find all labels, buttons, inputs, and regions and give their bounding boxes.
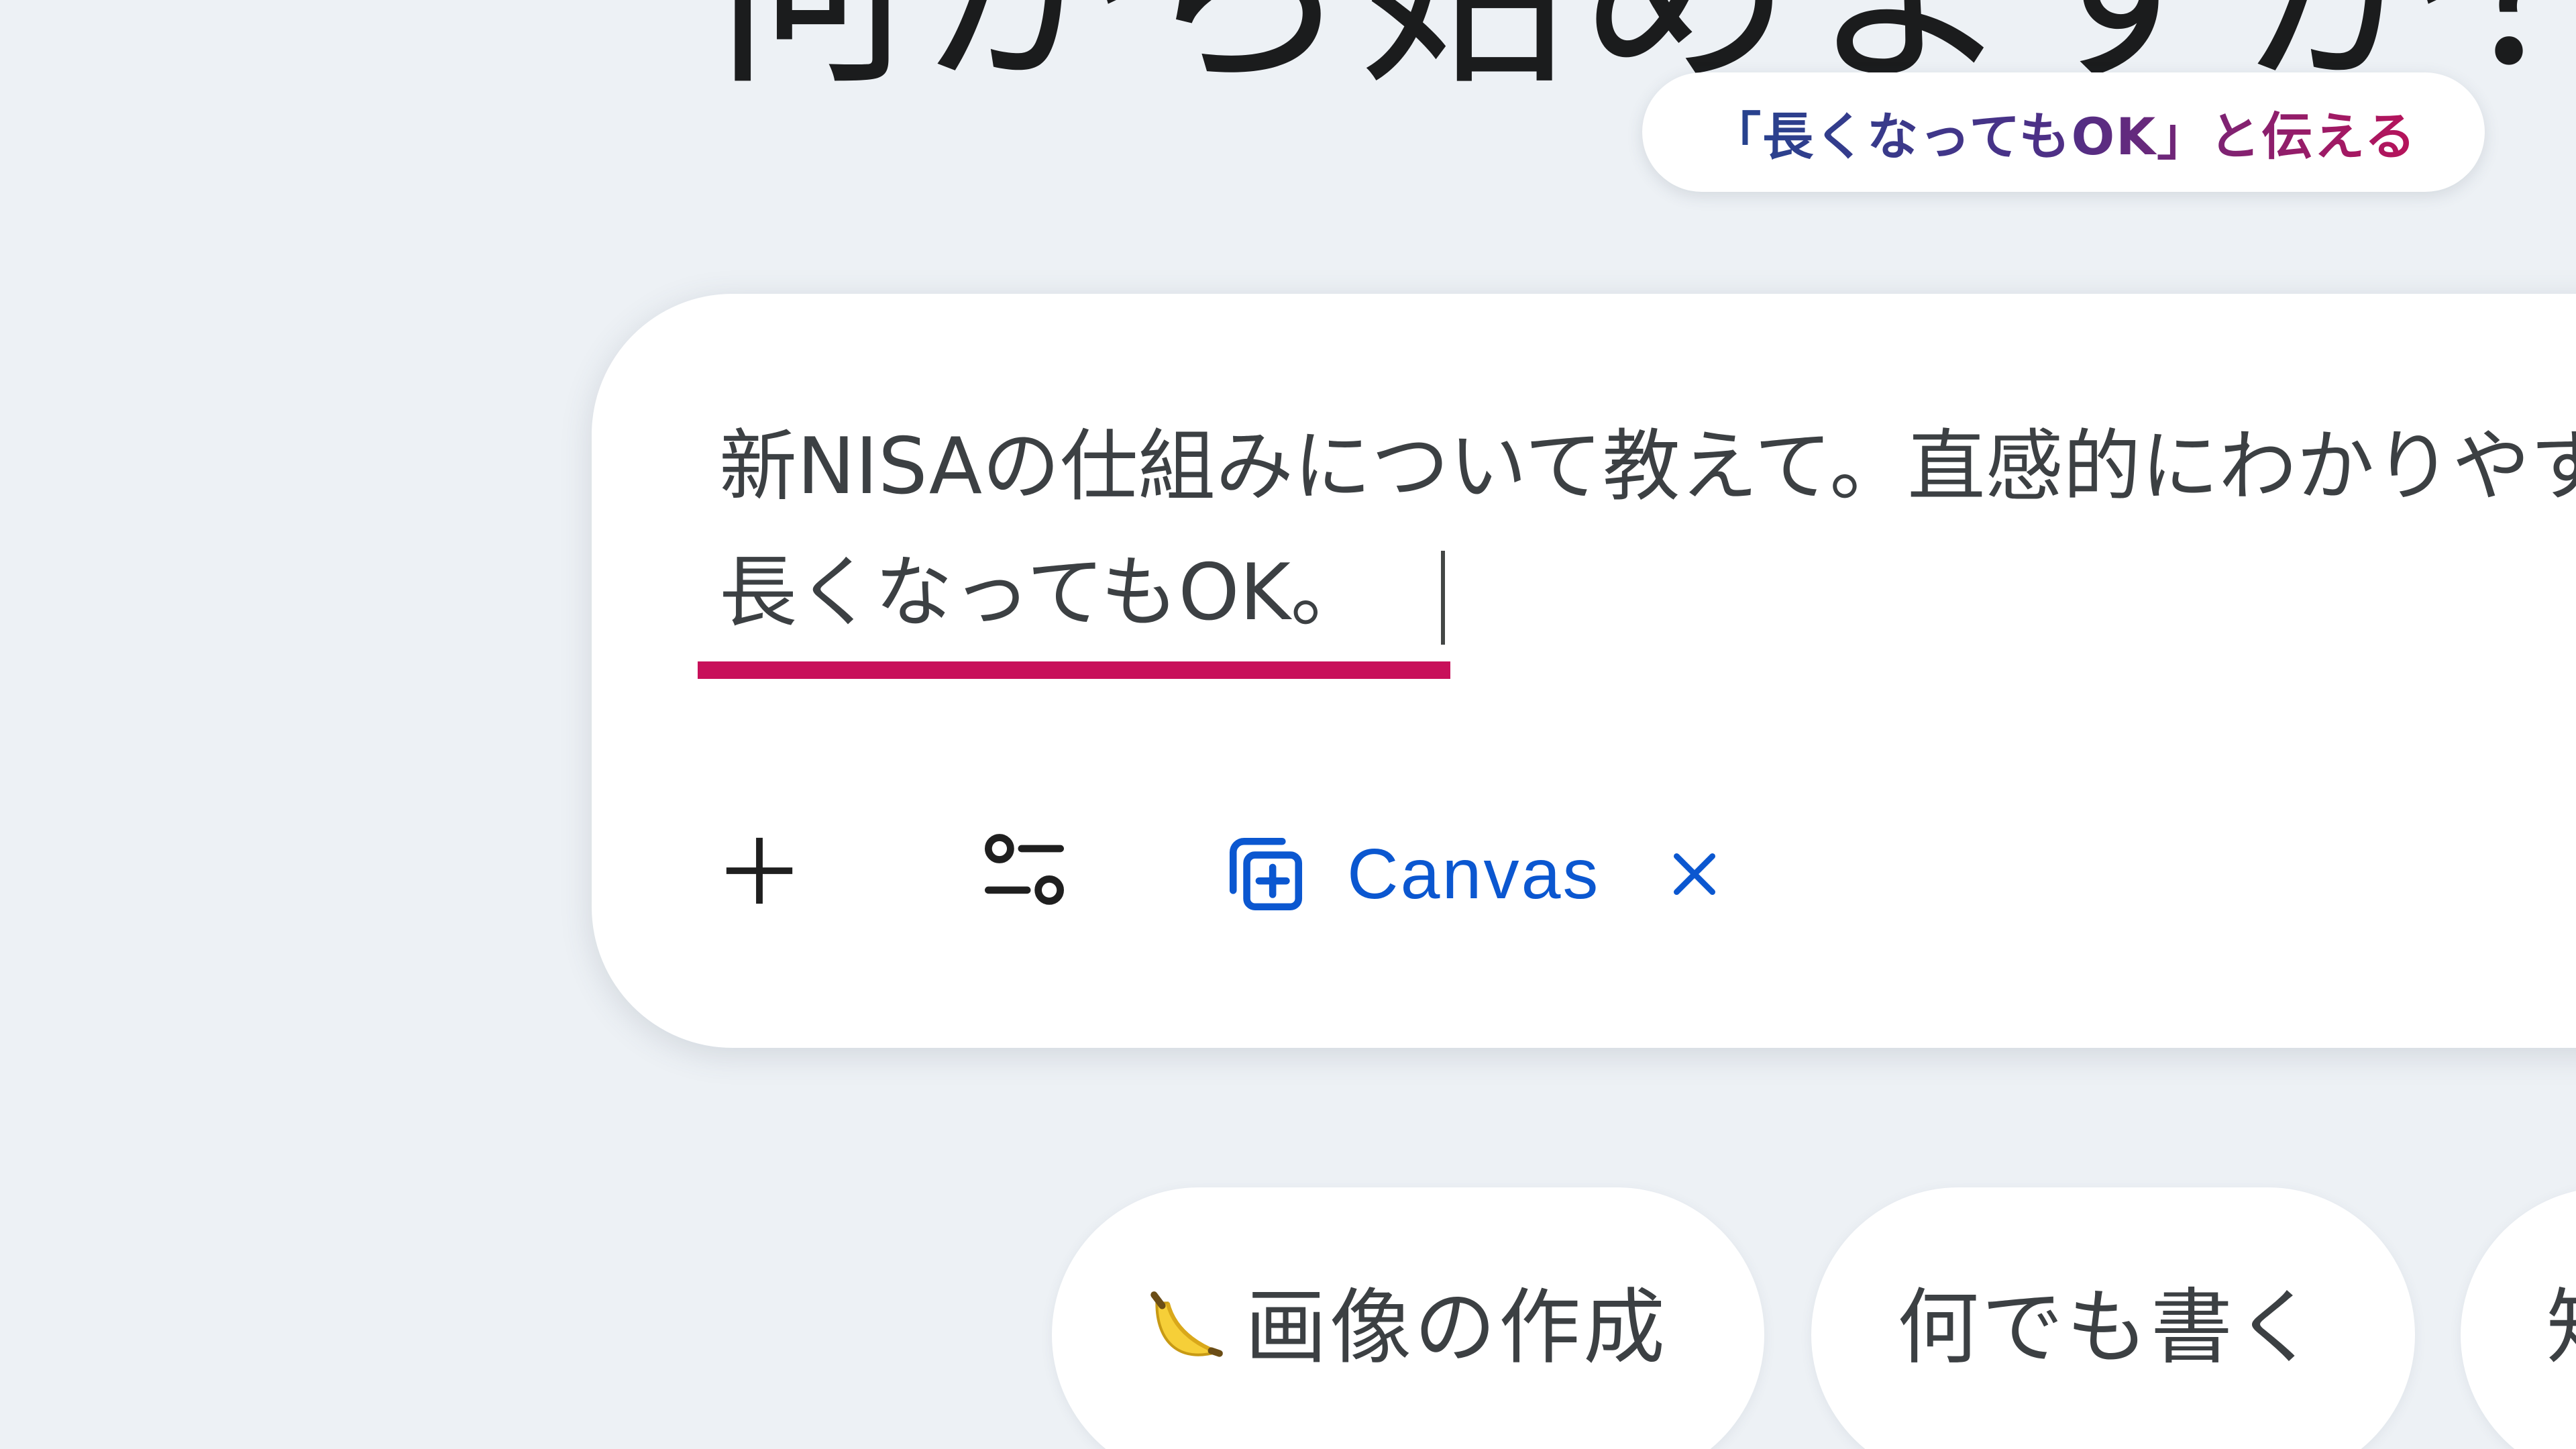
gemini-home-screen: 何から始めますか？ 「長くなってもOK」と伝える 新NISAの仕組みについて教え… — [0, 0, 2576, 1449]
close-icon — [1674, 853, 1716, 895]
banana-icon — [1150, 1291, 1223, 1357]
prompt-text-line-2[interactable]: 長くなってもOK。 — [719, 554, 1368, 632]
prompt-input-box[interactable]: 新NISAの仕組みについて教えて。直感的にわかりやすく、 長くなってもOK。 C… — [592, 294, 2576, 1048]
suggestion-label: 画像の作成 — [1245, 1280, 1668, 1375]
suggestion-chip-partial[interactable]: 知 — [2461, 1187, 2576, 1449]
tools-button[interactable] — [974, 824, 1075, 918]
suggestion-label: 知 — [2546, 1287, 2576, 1368]
prompt-text-line-1[interactable]: 新NISAの仕組みについて教えて。直感的にわかりやすく、 — [719, 428, 2576, 506]
canvas-tool-chip[interactable]: Canvas — [1222, 830, 1725, 918]
highlight-underline — [698, 661, 1450, 679]
text-cursor — [1441, 551, 1445, 645]
plus-icon — [726, 837, 793, 904]
annotation-callout: 「長くなってもOK」と伝える — [1642, 72, 2485, 192]
add-button[interactable] — [712, 824, 806, 918]
remove-canvas-button[interactable] — [1664, 844, 1725, 904]
suggestion-label: 何でも書く — [1897, 1280, 2320, 1375]
suggestion-chip-create-image[interactable]: 画像の作成 — [1052, 1187, 1764, 1449]
canvas-add-icon — [1229, 837, 1303, 911]
annotation-text: 「長くなってもOK」と伝える — [1710, 95, 2417, 169]
suggestion-chip-write-anything[interactable]: 何でも書く — [1811, 1187, 2415, 1449]
tune-icon — [985, 834, 1064, 905]
canvas-label: Canvas — [1347, 834, 1601, 914]
